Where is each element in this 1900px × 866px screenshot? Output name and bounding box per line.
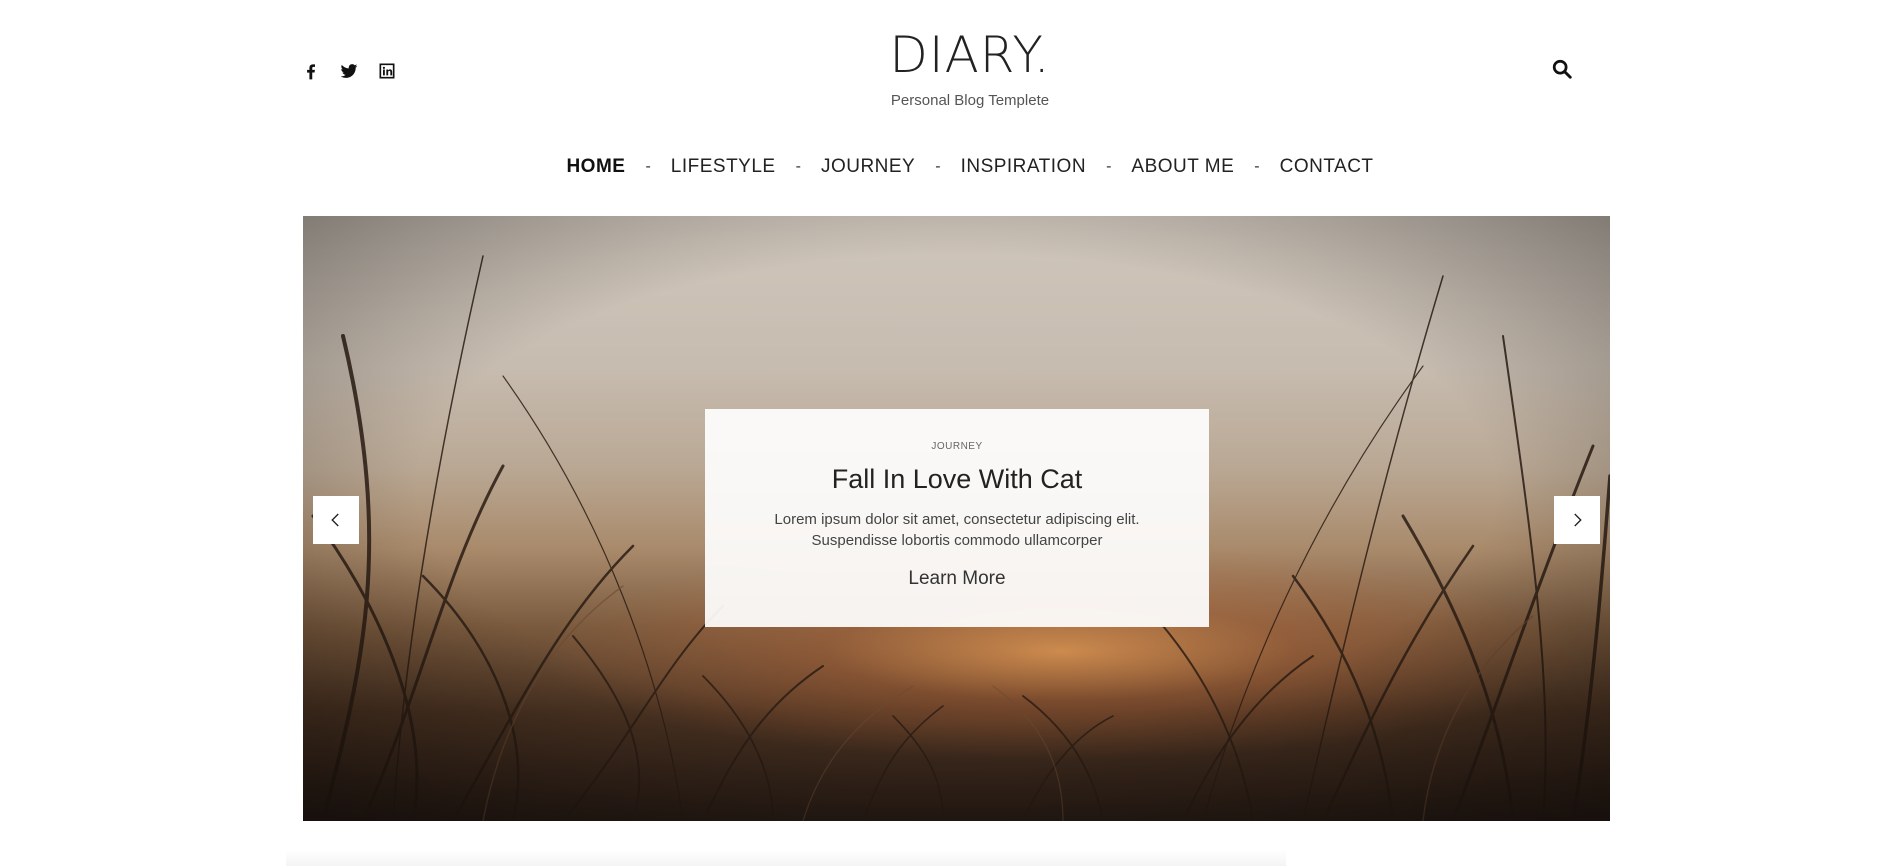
learn-more-link[interactable]: Learn More — [908, 568, 1005, 590]
post-category[interactable]: JOURNEY — [705, 441, 1209, 452]
main-nav: HOME - LIFESTYLE - JOURNEY - INSPIRATION… — [0, 156, 1900, 178]
content-card-edge — [286, 850, 1286, 866]
site-header: DIARY. Personal Blog Templete HOME - LIF… — [0, 0, 1900, 205]
search-icon[interactable] — [1551, 58, 1577, 84]
hero-caption-card: JOURNEY Fall In Love With Cat Lorem ipsu… — [705, 409, 1209, 627]
hero-slider: JOURNEY Fall In Love With Cat Lorem ipsu… — [303, 216, 1610, 821]
nav-separator: - — [1254, 158, 1260, 175]
chevron-right-icon — [1574, 513, 1582, 527]
nav-separator: - — [935, 158, 941, 175]
nav-item-lifestyle[interactable]: LIFESTYLE — [668, 156, 779, 178]
nav-item-contact[interactable]: CONTACT — [1277, 156, 1377, 178]
nav-item-journey[interactable]: JOURNEY — [818, 156, 918, 178]
post-title[interactable]: Fall In Love With Cat — [705, 464, 1209, 495]
site-logo[interactable]: DIARY. — [0, 26, 1900, 84]
nav-separator: - — [795, 158, 801, 175]
nav-item-home[interactable]: HOME — [563, 156, 628, 178]
nav-separator: - — [1106, 158, 1112, 175]
nav-item-inspiration[interactable]: INSPIRATION — [958, 156, 1090, 178]
nav-item-about-me[interactable]: ABOUT ME — [1128, 156, 1237, 178]
slider-prev-button[interactable] — [313, 496, 359, 544]
brand: DIARY. Personal Blog Templete — [0, 26, 1900, 109]
site-tagline: Personal Blog Templete — [890, 92, 1050, 109]
nav-separator: - — [645, 158, 651, 175]
slider-next-button[interactable] — [1554, 496, 1600, 544]
post-excerpt: Lorem ipsum dolor sit amet, consectetur … — [774, 511, 1140, 549]
chevron-left-icon — [331, 513, 339, 527]
